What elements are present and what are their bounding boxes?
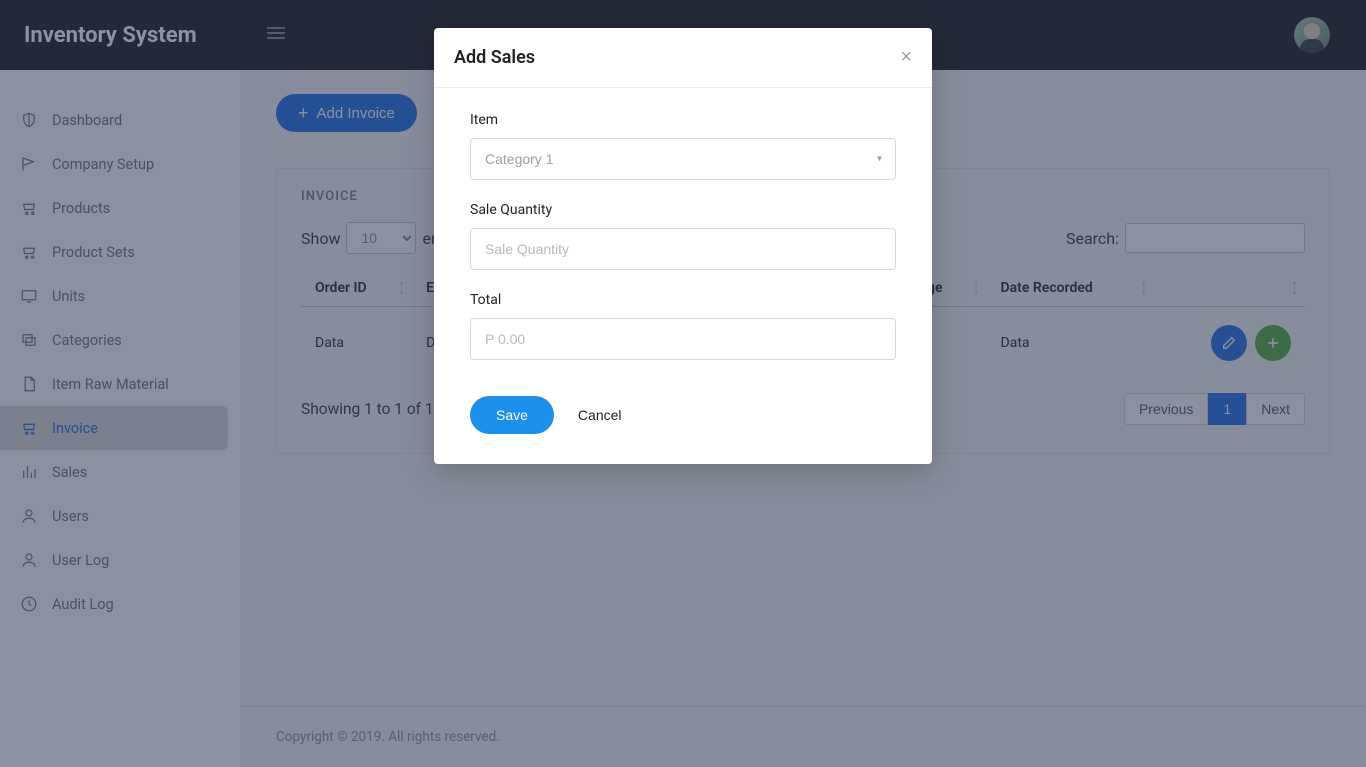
quantity-label: Sale Quantity — [470, 202, 896, 218]
close-icon: × — [900, 46, 912, 68]
item-select[interactable]: Category 1 — [470, 138, 896, 180]
cancel-button[interactable]: Cancel — [578, 407, 622, 423]
modal-close-button[interactable]: × — [900, 46, 912, 69]
quantity-input[interactable] — [470, 228, 896, 270]
item-label: Item — [470, 112, 896, 128]
add-sales-modal: Add Sales × Item Category 1 Sale Quantit… — [434, 28, 932, 464]
modal-backdrop[interactable]: Add Sales × Item Category 1 Sale Quantit… — [0, 0, 1366, 767]
save-button[interactable]: Save — [470, 396, 554, 434]
total-label: Total — [470, 292, 896, 308]
total-input[interactable] — [470, 318, 896, 360]
modal-title: Add Sales — [454, 47, 535, 68]
